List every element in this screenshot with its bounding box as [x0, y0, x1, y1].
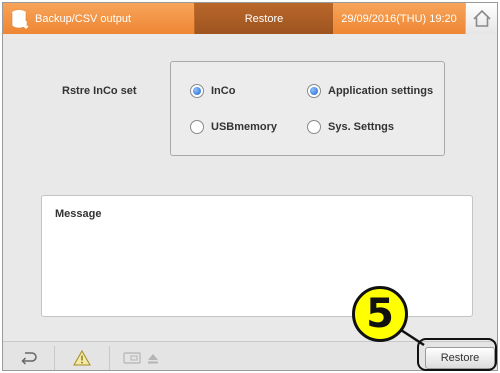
- message-panel: Message: [41, 195, 473, 317]
- app-window: Backup/CSV output Restore 29/09/2016(THU…: [2, 2, 498, 371]
- option-sys-settings[interactable]: Sys. Settngs: [307, 120, 394, 134]
- radio-application-settings[interactable]: [307, 84, 321, 98]
- restore-set-label: Rstre InCo set: [62, 85, 137, 97]
- option-inco[interactable]: InCo: [190, 84, 235, 98]
- media-eject-button[interactable]: [119, 345, 169, 370]
- screen-title-tab: Restore: [195, 3, 333, 34]
- callout-highlight: [417, 338, 497, 371]
- restore-options-group: InCo Application settings USBmemory Sys.…: [170, 61, 445, 156]
- datetime-area: 29/09/2016(THU) 19:20: [333, 3, 465, 34]
- option-inco-label: InCo: [211, 85, 236, 97]
- app-title-area: Backup/CSV output: [3, 3, 195, 34]
- warning-icon: [73, 350, 91, 366]
- option-application-settings[interactable]: Application settings: [307, 84, 433, 98]
- option-application-settings-label: Application settings: [328, 85, 434, 97]
- message-label: Message: [55, 208, 102, 220]
- option-sys-settings-label: Sys. Settngs: [328, 121, 395, 133]
- header-bar: Backup/CSV output Restore 29/09/2016(THU…: [3, 3, 497, 34]
- option-usbmemory[interactable]: USBmemory: [190, 120, 277, 134]
- option-usbmemory-label: USBmemory: [211, 121, 278, 133]
- home-button[interactable]: [465, 3, 497, 34]
- database-icon: [11, 9, 29, 29]
- media-eject-icon: [123, 352, 158, 364]
- radio-usbmemory[interactable]: [190, 120, 204, 134]
- back-button[interactable]: [11, 345, 47, 370]
- radio-inco[interactable]: [190, 84, 204, 98]
- datetime: 29/09/2016(THU) 19:20: [341, 12, 457, 25]
- screen-title: Restore: [244, 12, 284, 25]
- radio-sys-settings[interactable]: [307, 120, 321, 134]
- warning-button[interactable]: [64, 345, 100, 370]
- step-number-badge: 5: [352, 286, 408, 342]
- home-icon: [472, 9, 491, 27]
- app-title: Backup/CSV output: [35, 12, 132, 25]
- back-icon: [21, 352, 37, 365]
